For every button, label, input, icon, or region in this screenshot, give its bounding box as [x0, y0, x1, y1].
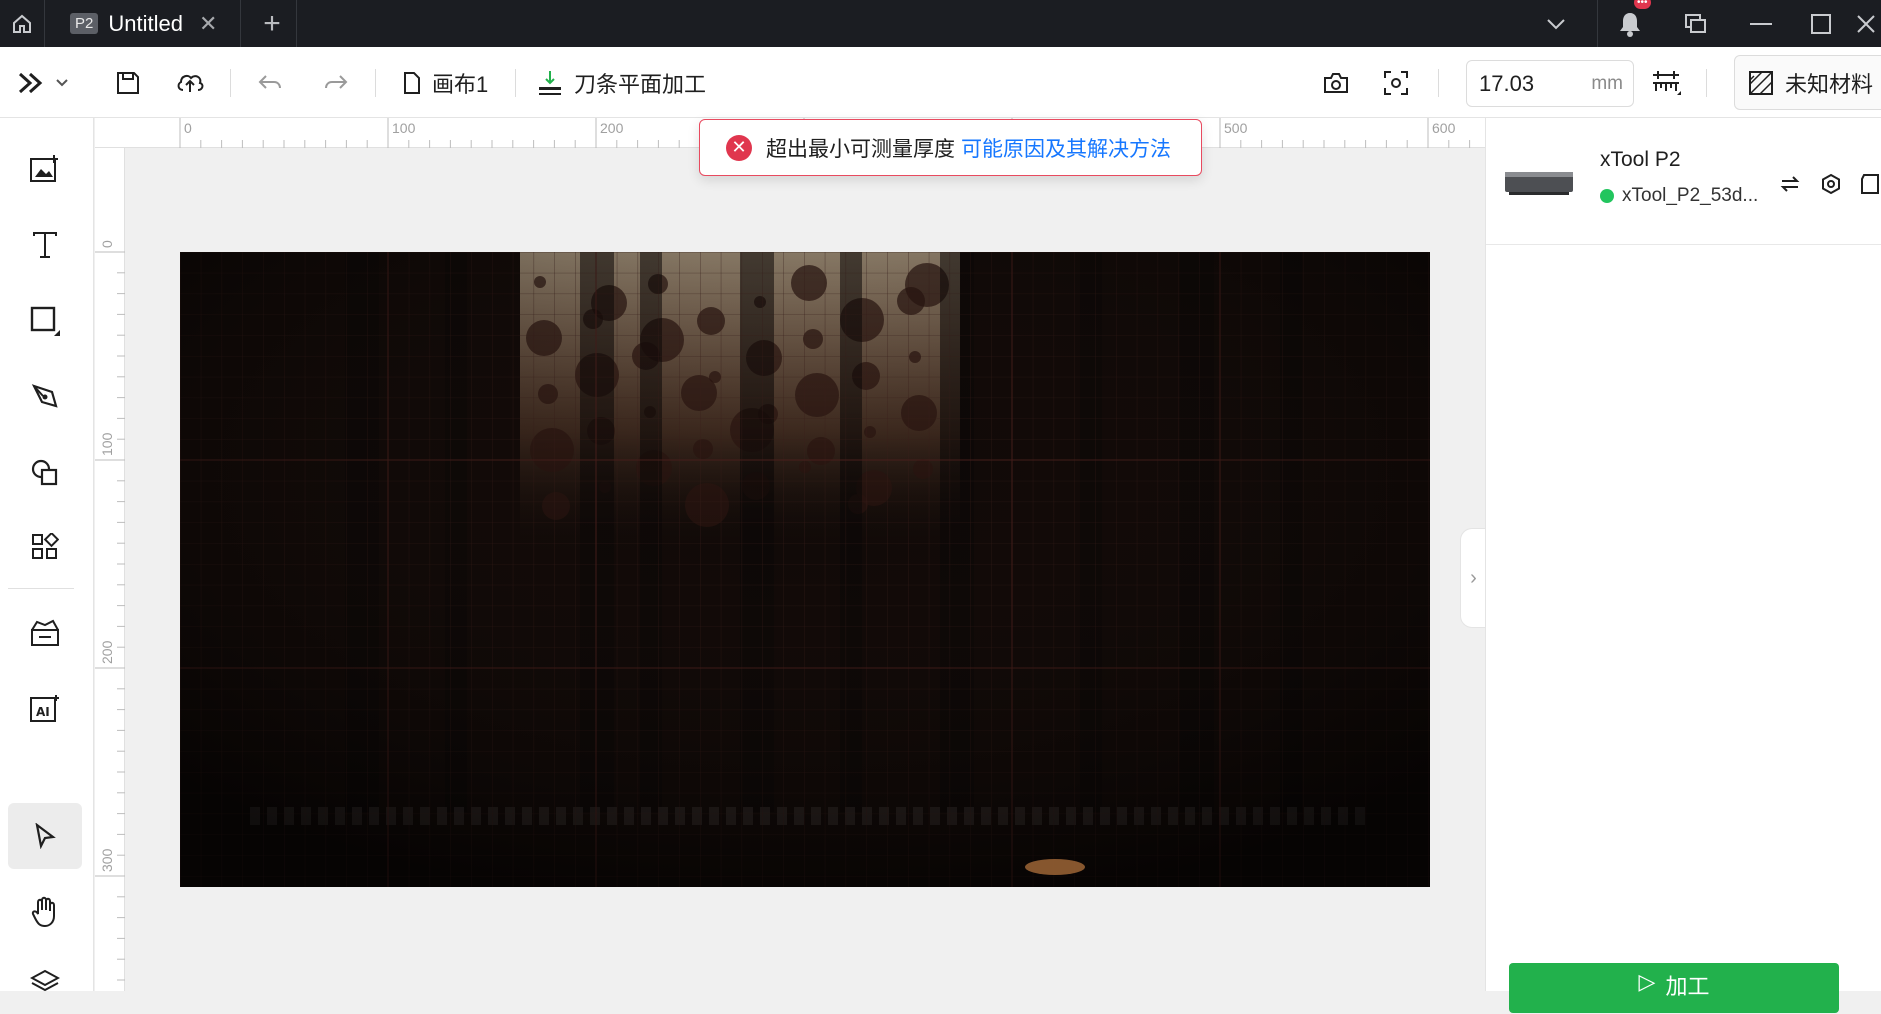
tab-title: Untitled: [108, 10, 183, 36]
notification-bell-icon[interactable]: •••: [1604, 0, 1656, 47]
toolbar-separator: [1438, 69, 1439, 97]
add-image-icon: [30, 155, 58, 182]
project-library-button[interactable]: [8, 600, 82, 666]
sidebar-separator: [8, 588, 74, 589]
windows-icon[interactable]: [1670, 0, 1722, 47]
main-toolbar: 画布1 刀条平面加工 17.03 mm 未知材料: [0, 47, 1881, 118]
toolbar-separator: [375, 69, 376, 97]
chevron-down-icon[interactable]: [1530, 0, 1582, 47]
ruler-label: 100: [99, 432, 115, 456]
pen-tool-button[interactable]: [8, 364, 82, 430]
device-storage-icon[interactable]: [1856, 170, 1881, 198]
switch-device-icon[interactable]: [1776, 170, 1804, 198]
focus-capture-icon[interactable]: [1376, 47, 1416, 118]
camera-icon[interactable]: [1316, 47, 1356, 118]
device-image: [1505, 172, 1573, 195]
shapes-icon: [31, 459, 58, 486]
left-tool-sidebar: AI: [0, 118, 94, 992]
measure-thickness-icon[interactable]: [1646, 47, 1686, 118]
ruler-label: 200: [600, 120, 624, 136]
thickness-field[interactable]: 17.03 mm: [1466, 60, 1634, 107]
project-box-icon: [31, 619, 59, 646]
ruler-label: 300: [99, 848, 115, 872]
new-tab-button[interactable]: +: [252, 0, 292, 47]
process-mode-label: 刀条平面加工: [574, 71, 707, 97]
text-icon: [33, 232, 57, 258]
shape-tool-button[interactable]: [8, 288, 82, 354]
material-hatch-icon: [1749, 70, 1773, 95]
material-selector[interactable]: 未知材料: [1734, 55, 1881, 110]
maximize-icon[interactable]: [1795, 0, 1847, 47]
device-card[interactable]: xTool P2 xTool_P2_53d...: [1486, 118, 1881, 245]
tab-untitled[interactable]: P2 Untitled ✕: [52, 0, 230, 47]
camera-preview-image[interactable]: [180, 252, 1430, 887]
error-icon: ✕: [726, 134, 752, 161]
toolbar-separator: [1706, 69, 1707, 97]
hand-icon: [31, 896, 55, 928]
blade-flat-icon: [539, 70, 561, 95]
save-icon[interactable]: [108, 47, 148, 118]
rectangle-icon: [30, 306, 60, 336]
text-tool-button[interactable]: [8, 212, 82, 278]
cursor-arrow-icon: [35, 823, 56, 849]
play-icon: ▷: [1638, 969, 1656, 994]
ruler-label: 0: [184, 120, 192, 136]
svg-text:AI: AI: [36, 705, 50, 719]
title-separator: [240, 0, 241, 47]
error-message: 超出最小可测量厚度: [766, 137, 955, 161]
canvas-selector-button[interactable]: 画布1: [402, 47, 502, 118]
error-toast: ✕ 超出最小可测量厚度 可能原因及其解决方法: [699, 119, 1202, 176]
minimize-icon[interactable]: [1735, 0, 1787, 47]
home-icon[interactable]: [0, 0, 44, 47]
right-panel: xTool P2 xTool_P2_53d... ▷ 加工: [1485, 118, 1881, 1013]
apps-grid-icon: [32, 533, 59, 559]
process-mode-button[interactable]: 刀条平面加工: [536, 47, 716, 118]
close-window-icon[interactable]: [1850, 0, 1881, 47]
title-separator: [44, 0, 45, 47]
device-name: xTool P2: [1600, 148, 1681, 171]
elements-button[interactable]: [8, 514, 82, 580]
title-separator: [296, 0, 297, 47]
process-button-label: 加工: [1665, 974, 1710, 999]
thickness-value: 17.03: [1479, 70, 1535, 96]
panel-collapse-toggle[interactable]: ›: [1460, 528, 1486, 628]
device-id: xTool_P2_53d...: [1622, 185, 1759, 206]
ruler-label: 0: [99, 240, 115, 248]
app-menu-button[interactable]: [10, 47, 76, 118]
ruler-label: 500: [1224, 120, 1248, 136]
select-tool-button[interactable]: [8, 803, 82, 869]
title-bar: P2 Untitled ✕ + •••: [0, 0, 1881, 47]
pan-tool-button[interactable]: [8, 879, 82, 945]
toolbar-separator: [515, 69, 516, 97]
layers-icon: [30, 969, 60, 992]
close-tab-icon[interactable]: ✕: [199, 11, 217, 37]
redo-icon[interactable]: [316, 47, 356, 118]
thickness-unit: mm: [1591, 72, 1623, 94]
ai-image-icon: AI: [30, 695, 59, 722]
tab-device-badge: P2: [70, 13, 99, 34]
cloud-upload-icon[interactable]: [170, 47, 210, 118]
canvas-name: 画布1: [432, 71, 489, 97]
title-separator: [1597, 0, 1598, 47]
layers-button[interactable]: [8, 948, 82, 1014]
vertical-ruler: 0 100 200 300: [95, 148, 125, 991]
device-connection-status: xTool_P2_53d...: [1600, 185, 1758, 207]
device-settings-icon[interactable]: [1817, 170, 1845, 198]
ruler-label: 600: [1432, 120, 1456, 136]
toolbar-separator: [230, 69, 231, 97]
ruler-label: 100: [392, 120, 416, 136]
material-label: 未知材料: [1785, 71, 1874, 97]
ai-tool-button[interactable]: AI: [8, 676, 82, 742]
chevron-right-icon: ›: [1470, 566, 1477, 589]
online-status-dot: [1600, 189, 1614, 203]
solution-link[interactable]: 可能原因及其解决方法: [961, 133, 1171, 163]
pen-nib-icon: [31, 384, 58, 408]
image-tool-button[interactable]: [8, 136, 82, 202]
undo-icon[interactable]: [250, 47, 290, 118]
shapes-library-button[interactable]: [8, 440, 82, 506]
document-icon: [404, 71, 420, 94]
ruler-label: 200: [99, 640, 115, 664]
notification-badge: •••: [1634, 0, 1651, 9]
start-process-button[interactable]: ▷ 加工: [1509, 963, 1839, 1013]
